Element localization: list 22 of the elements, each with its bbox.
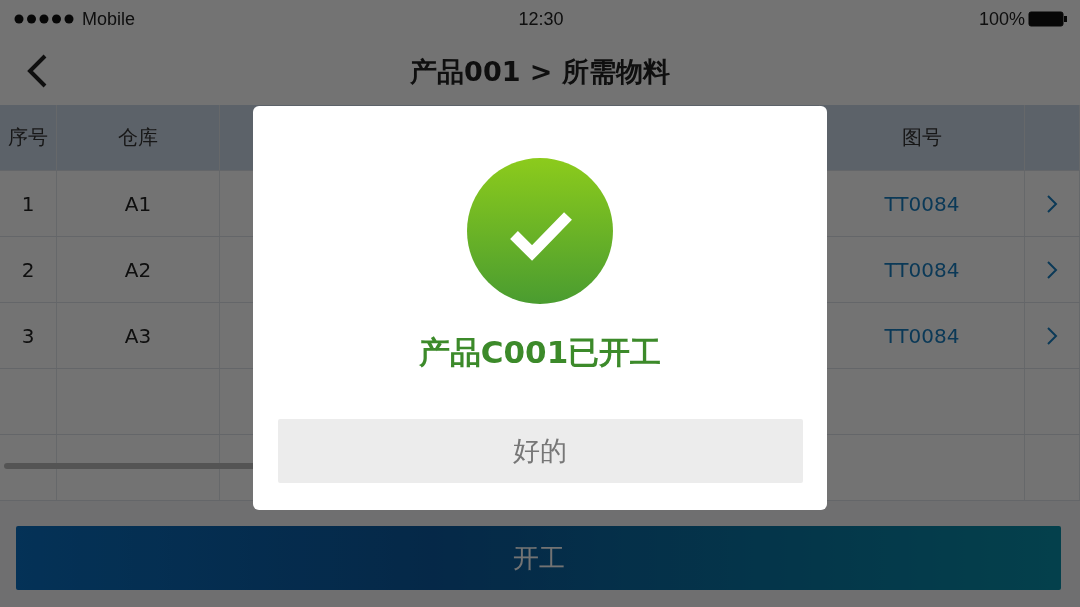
status-time: 12:30 [518, 8, 564, 30]
table-cell: 1 [0, 171, 57, 236]
chevron-right-icon[interactable] [1046, 193, 1058, 214]
table-cell: A2 [57, 237, 220, 302]
battery-icon [1028, 11, 1068, 27]
carrier-name: Mobile [82, 8, 136, 30]
column-header: 序号 [0, 105, 57, 170]
column-header: 仓库 [57, 105, 220, 170]
chevron-right-icon[interactable] [1046, 325, 1058, 346]
ok-button[interactable]: 好的 [277, 419, 803, 483]
back-icon[interactable] [26, 54, 48, 88]
chevron-right-icon[interactable] [1046, 259, 1058, 280]
checkmark-circle-icon [467, 158, 613, 304]
table-cell: A3 [57, 303, 220, 368]
battery-percentage: 100% [978, 8, 1025, 30]
table-cell: A1 [57, 171, 220, 236]
page-title: 产品001 > 所需物料 [410, 54, 670, 89]
success-message: 产品C001已开工 [418, 333, 662, 372]
start-work-button[interactable]: 开工 [16, 526, 1061, 590]
signal-icon [14, 14, 76, 24]
table-cell: 3 [0, 303, 57, 368]
table-cell: 2 [0, 237, 57, 302]
